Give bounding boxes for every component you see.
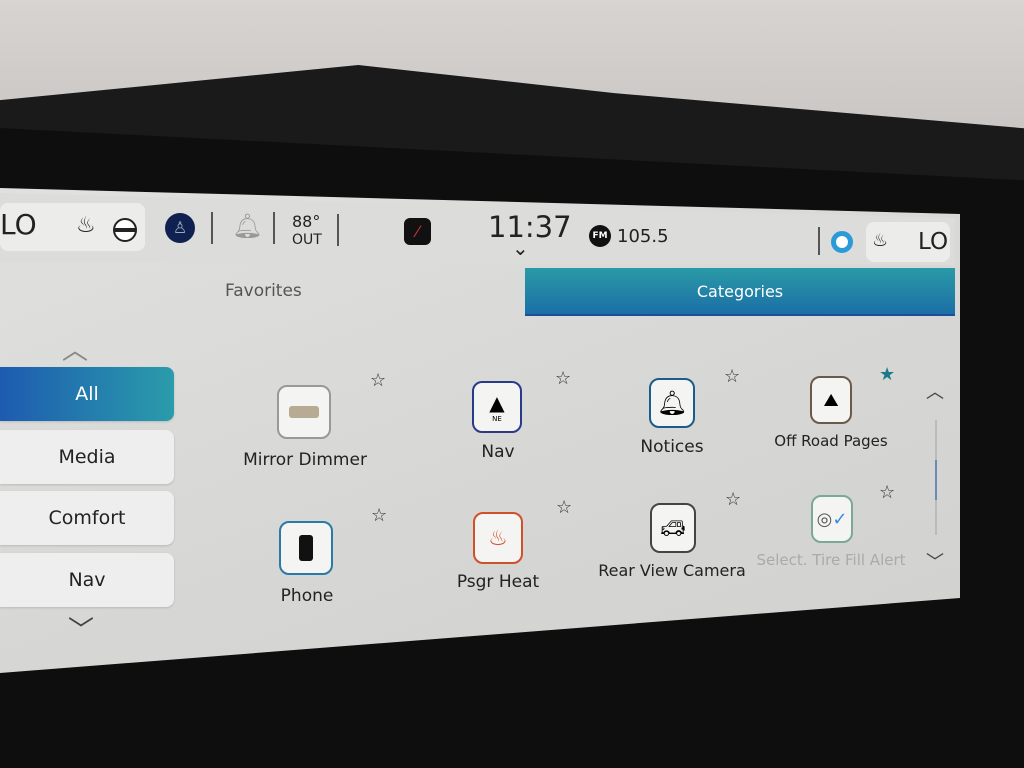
right-climate-temp[interactable]: LO (918, 229, 948, 255)
passenger-seat-icon[interactable]: ♨ (872, 230, 888, 251)
radio-station[interactable]: 105.5 (617, 226, 669, 247)
sidebar-item-comfort[interactable]: Comfort (0, 491, 174, 545)
radio-band-icon[interactable]: FM (589, 225, 611, 247)
tab-favorites[interactable]: Favorites (225, 281, 302, 301)
scroll-down-icon[interactable]: ﹀ (926, 548, 944, 574)
app-label-mirror-dimmer[interactable]: Mirror Dimmer (243, 450, 367, 470)
mirror-icon[interactable] (277, 385, 331, 439)
mountain-icon[interactable]: ⛰ (810, 376, 852, 424)
outside-temperature: 88° (292, 212, 321, 231)
app-label-rear-view-camera[interactable]: Rear View Camera (598, 561, 746, 580)
no-signal-icon: ⁄ (404, 218, 431, 245)
driver-profile-icon[interactable]: ♙ (165, 213, 195, 243)
car-camera-icon[interactable]: 🚙︎ (650, 503, 696, 553)
tire-check-icon: ◎ ✓ (811, 495, 853, 543)
app-label-nav[interactable]: Nav (481, 442, 514, 462)
app-label-psgr-heat[interactable]: Psgr Heat (457, 572, 539, 592)
sidebar-item-all[interactable]: All (0, 367, 174, 421)
voice-assistant-icon[interactable] (831, 231, 853, 253)
bell-icon[interactable]: 🔔︎ (649, 378, 695, 428)
scroll-up-icon[interactable]: ︿ (926, 378, 944, 404)
divider (337, 214, 339, 246)
scrollbar-thumb[interactable] (935, 460, 937, 500)
app-label-select-tire-fill-alert: Select. Tire Fill Alert (756, 551, 906, 569)
app-label-notices[interactable]: Notices (640, 437, 703, 457)
favorite-star-icon[interactable]: ☆ (556, 497, 572, 518)
divider (818, 227, 820, 255)
outside-temperature-label: OUT (292, 232, 322, 248)
app-label-off-road-pages[interactable]: Off Road Pages (774, 432, 887, 450)
favorite-star-icon[interactable]: ☆ (555, 368, 571, 389)
favorite-star-icon[interactable]: ☆ (371, 505, 387, 526)
sidebar-item-media[interactable]: Media (0, 430, 174, 484)
clock[interactable]: 11:37 (488, 210, 572, 244)
left-climate-temp[interactable]: LO (0, 208, 37, 241)
heated-steering-wheel-icon[interactable] (113, 218, 137, 242)
sidebar-scroll-up-icon[interactable]: ︿ (62, 330, 88, 367)
phone-icon[interactable] (279, 521, 333, 575)
app-label-phone[interactable]: Phone (281, 586, 334, 606)
favorite-star-icon[interactable]: ☆ (725, 489, 741, 510)
sidebar-scroll-down-icon[interactable]: ﹀ (68, 610, 94, 647)
heated-seat-icon[interactable]: ♨ (473, 512, 523, 564)
sidebar-item-nav[interactable]: Nav (0, 553, 174, 607)
bell-icon[interactable]: 🔔︎ (232, 212, 262, 240)
favorite-star-icon[interactable]: ☆ (370, 370, 386, 391)
divider (211, 212, 213, 244)
scrollbar-track[interactable] (935, 420, 937, 535)
favorite-star-filled-icon[interactable]: ★ (879, 364, 895, 385)
compass-icon[interactable]: ▲ NE (472, 381, 522, 433)
favorite-star-icon[interactable]: ☆ (879, 482, 895, 503)
favorite-star-icon[interactable]: ☆ (724, 366, 740, 387)
tab-categories[interactable]: Categories (525, 268, 955, 316)
divider (273, 212, 275, 244)
heated-seat-icon[interactable]: ♨ (76, 213, 96, 238)
chevron-down-icon[interactable]: ⌄ (512, 236, 529, 260)
